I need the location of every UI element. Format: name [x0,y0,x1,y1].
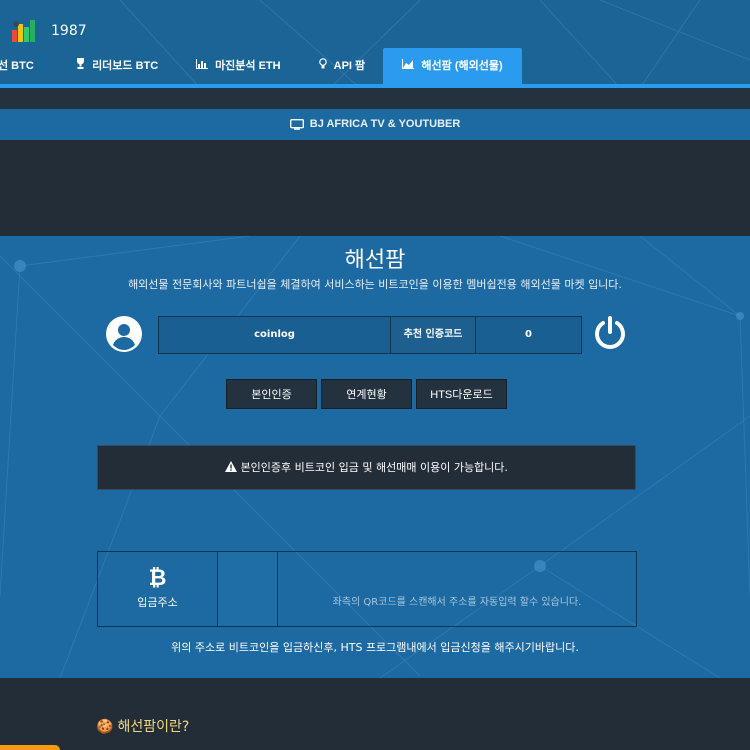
tab-label: 선 BTC [0,60,34,72]
site-title[interactable]: 1987 [51,23,87,39]
about-title: 🍪 해선팜이란? [96,716,189,736]
referral-code-label: 추천 인증코드 [391,317,476,353]
bar-chart-icon [196,59,208,69]
warning-icon [225,461,238,472]
page-title: 해선팜 [344,248,406,273]
hts-download-button[interactable]: HTS다운로드 [416,379,507,409]
tab-margin-eth[interactable]: 마진분석 ETH [196,48,281,84]
banner-area [0,140,750,236]
deposit-label-cell: ₿ 입금주소 [98,552,218,626]
tab-label: 리더보드 BTC [92,60,159,72]
deposit-label: 입금주소 [137,596,178,609]
link-status-button[interactable]: 연계현황 [321,379,412,409]
tab-api-farm[interactable]: API 팜 [319,48,365,84]
tab-futures-farm[interactable]: 해선팜 (해외선물) [383,48,522,84]
header-divider [0,88,750,109]
username-value: coinlog [159,317,391,353]
qr-hint-text: 좌측의 QR코드를 스캔해서 주소를 자동입력 할수 있습니다. [332,597,582,608]
page-subtitle: 해외선물 전문회사와 파트너쉽을 체결하여 서비스하는 비트코인을 이용한 멤버… [128,278,622,291]
trophy-icon [77,58,84,69]
power-icon[interactable] [593,316,627,350]
scroll-top-button[interactable] [0,745,60,750]
action-buttons: 본인인증 연계현황 HTS다운로드 [0,379,750,409]
tab-label: 마진분석 ETH [215,60,281,72]
tab-label: API 팜 [333,60,366,72]
futures-farm-section: 해선팜 해외선물 전문회사와 파트너쉽을 체결하여 서비스하는 비트코인을 이용… [0,236,750,678]
referral-code-value: 0 [525,329,532,340]
area-chart-icon [402,59,415,69]
about-section: 🍪 해선팜이란? [0,678,750,750]
main-nav-tabs: 선 BTC 리더보드 BTC 마진분석 ETH API 팜 해선팜 (해외선물) [0,48,750,84]
about-title-text: 해선팜이란? [117,719,190,735]
deposit-qr-code[interactable] [218,552,278,626]
notice-box: 본인인증후 비트코인 입금 및 해선매매 이용이 가능합니다. [97,445,636,490]
bj-bar-label: BJ AFRICA TV & YOUTUBER [309,118,461,130]
bj-africa-bar[interactable]: BJ AFRICA TV & YOUTUBER [0,109,750,140]
bitcoin-icon: ₿ [148,566,167,591]
notice-text: 본인인증후 비트코인 입금 및 해선매매 이용이 가능합니다. [240,461,508,474]
tab-btc-position[interactable]: 선 BTC [0,48,34,84]
user-info-table: coinlog 추천 인증코드 0 [158,316,582,354]
tv-icon [289,118,304,130]
site-header: 1987 선 BTC 리더보드 BTC 마진분석 ETH API 팜 해선팜 (… [0,0,750,88]
tab-leaderboard-btc[interactable]: 리더보드 BTC [76,48,158,84]
tab-label: 해선팜 (해외선물) [421,60,503,72]
deposit-address-panel: ₿ 입금주소 좌측의 QR코드를 스캔해서 주소를 자동입력 할수 있습니다. [97,551,637,627]
verify-identity-button[interactable]: 본인인증 [226,379,317,409]
cookie-icon: 🍪 [96,719,114,735]
site-logo-icon[interactable] [10,18,36,42]
deposit-instructions: 위의 주소로 비트코인을 입금하신후, HTS 프로그램내에서 입금신청을 해주… [171,641,579,654]
lightbulb-icon [319,58,327,69]
user-avatar-icon [106,316,142,352]
